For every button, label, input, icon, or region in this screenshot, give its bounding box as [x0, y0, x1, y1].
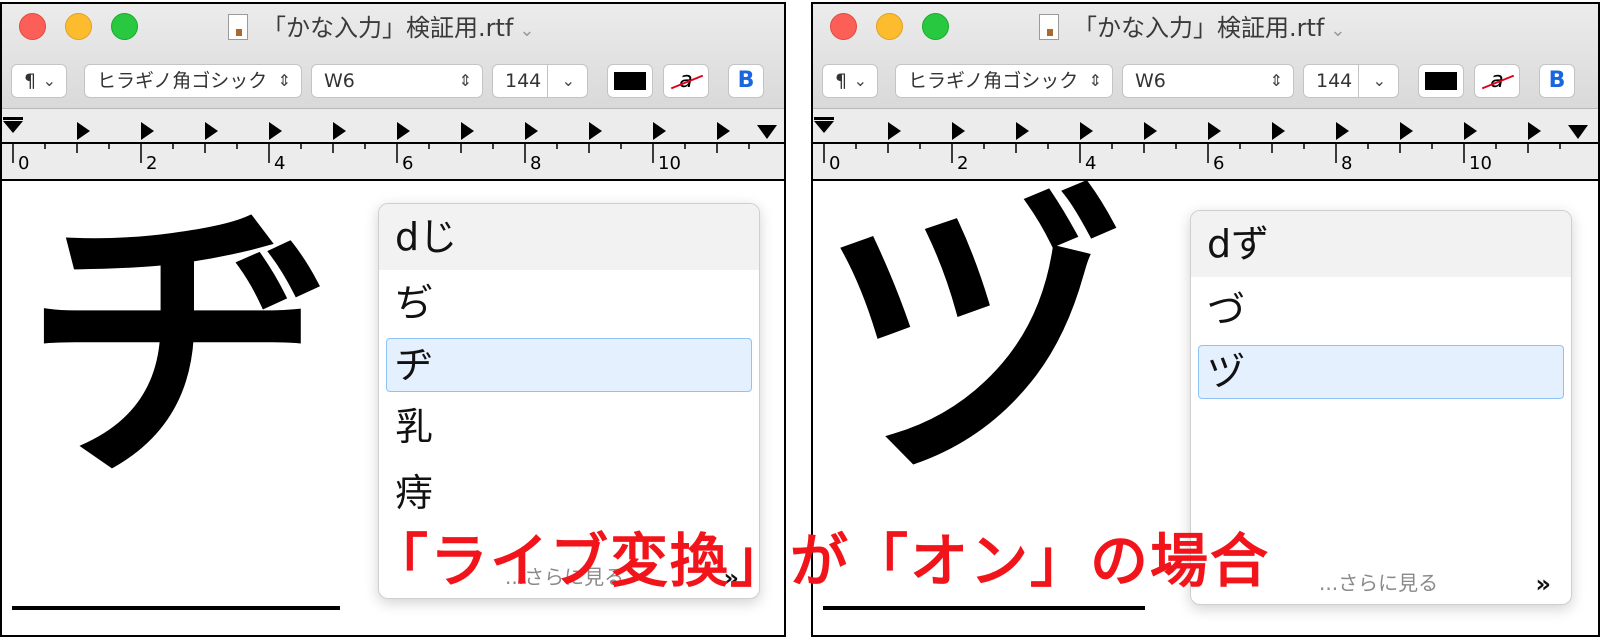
chevron-down-icon: ⌄ — [1330, 20, 1346, 41]
ruler-label: 0 — [18, 153, 30, 174]
tab-stop-marker[interactable] — [1144, 122, 1157, 140]
window-title[interactable]: 「かな入力」検証用.rtf ⌄ — [228, 14, 534, 42]
left-indent-marker[interactable] — [3, 117, 23, 120]
tab-stop-marker[interactable] — [589, 122, 602, 140]
tab-stop-marker[interactable] — [1272, 122, 1285, 140]
close-button[interactable] — [19, 13, 46, 40]
typed-input-row: dず — [1191, 211, 1571, 277]
font-size-value: 144 — [1316, 70, 1353, 92]
zoom-button[interactable] — [111, 13, 138, 40]
text-color-well[interactable] — [1418, 64, 1464, 98]
tab-stop-marker[interactable] — [1400, 122, 1413, 140]
chevron-down-icon: ⌄ — [519, 20, 535, 41]
zoom-button[interactable] — [922, 13, 949, 40]
candidate-item-selected[interactable]: ヂ — [386, 338, 752, 392]
chevron-down-icon: ⌄ — [561, 71, 575, 90]
tab-stop-marker[interactable] — [77, 122, 90, 140]
tab-stop-marker[interactable] — [397, 122, 410, 140]
minimize-button[interactable] — [65, 13, 92, 40]
left-indent-marker[interactable] — [814, 117, 834, 120]
window-title-text: 「かな入力」検証用.rtf — [262, 14, 514, 42]
composition-underline — [12, 606, 340, 610]
tab-stop-marker[interactable] — [333, 122, 346, 140]
tab-stop-marker[interactable] — [1336, 122, 1349, 140]
paragraph-label: ¶ — [835, 70, 848, 92]
candidate-item[interactable]: づ — [1191, 277, 1571, 343]
up-down-arrows-icon: ⇕ — [1088, 71, 1102, 90]
ruler-label: 8 — [530, 153, 542, 174]
chevron-down-icon: ⌄ — [1372, 71, 1386, 90]
tab-stop-marker[interactable] — [1016, 122, 1029, 140]
expand-arrow-icon[interactable]: » — [1535, 570, 1551, 598]
minimize-button[interactable] — [876, 13, 903, 40]
show-more-link[interactable]: ...さらに見る — [1319, 567, 1438, 596]
tab-stop-marker[interactable] — [1528, 122, 1541, 140]
font-weight-value: W6 — [324, 70, 355, 92]
text-color-well[interactable] — [607, 64, 653, 98]
composed-character[interactable]: ヅ — [823, 189, 1123, 489]
window-title-text: 「かな入力」検証用.rtf — [1073, 14, 1325, 42]
tab-stop-marker[interactable] — [1464, 122, 1477, 140]
composed-character[interactable]: ヂ — [30, 194, 330, 494]
caption-overlay: 「ライブ変換」が「オン」の場合 — [370, 527, 1271, 595]
tab-stop-marker[interactable] — [888, 122, 901, 140]
title-bar: 「かな入力」検証用.rtf ⌄ ¶ ⌄ ヒラギノ角ゴシック ⇕ W6 ⇕ 144 … — [2, 4, 784, 109]
candidate-item[interactable]: 乳 — [379, 394, 759, 460]
text-color-swatch — [1425, 72, 1457, 90]
chevron-down-icon: ⌄ — [853, 71, 867, 90]
paragraph-style-popup[interactable]: ¶ ⌄ — [11, 64, 67, 98]
tab-stop-marker[interactable] — [653, 122, 666, 140]
tab-stop-marker[interactable] — [525, 122, 538, 140]
tab-stop-marker[interactable] — [952, 122, 965, 140]
window-title[interactable]: 「かな入力」検証用.rtf ⌄ — [1039, 14, 1345, 42]
font-family-popup[interactable]: ヒラギノ角ゴシック ⇕ — [895, 64, 1113, 98]
ruler-label: 10 — [1469, 153, 1492, 174]
font-family-value: ヒラギノ角ゴシック — [97, 70, 268, 92]
bold-button[interactable]: B — [1539, 64, 1575, 98]
font-family-popup[interactable]: ヒラギノ角ゴシック ⇕ — [84, 64, 302, 98]
font-size-value: 144 — [505, 70, 542, 92]
tab-stop-marker[interactable] — [141, 122, 154, 140]
first-line-indent-marker[interactable] — [3, 121, 23, 133]
tab-stop-marker[interactable] — [1080, 122, 1093, 140]
bold-button[interactable]: B — [728, 64, 764, 98]
document-icon — [228, 14, 248, 40]
paragraph-style-popup[interactable]: ¶ ⌄ — [822, 64, 878, 98]
ruler-label: 6 — [402, 153, 414, 174]
composition-underline — [823, 606, 1145, 610]
candidate-item-selected[interactable]: ヅ — [1198, 345, 1564, 399]
paragraph-label: ¶ — [24, 70, 37, 92]
ruler-label: 6 — [1213, 153, 1225, 174]
ruler-label: 10 — [658, 153, 681, 174]
up-down-arrows-icon: ⇕ — [1269, 71, 1283, 90]
title-bar: 「かな入力」検証用.rtf ⌄ ¶ ⌄ ヒラギノ角ゴシック ⇕ W6 ⇕ 144 … — [813, 4, 1598, 109]
first-line-indent-marker[interactable] — [814, 121, 834, 133]
document-icon — [1039, 14, 1059, 40]
up-down-arrows-icon: ⇕ — [277, 71, 291, 90]
chevron-down-icon: ⌄ — [42, 71, 56, 90]
highlight-color-well[interactable]: a — [663, 64, 709, 98]
up-down-arrows-icon: ⇕ — [458, 71, 472, 90]
text-color-swatch — [614, 72, 646, 90]
tab-stop-marker[interactable] — [205, 122, 218, 140]
right-indent-marker[interactable] — [757, 125, 777, 139]
right-indent-marker[interactable] — [1568, 125, 1588, 139]
font-weight-popup[interactable]: W6 ⇕ — [311, 64, 483, 98]
candidate-item[interactable]: ぢ — [379, 270, 759, 336]
font-family-value: ヒラギノ角ゴシック — [908, 70, 1079, 92]
font-size-combo[interactable]: 144 ⌄ — [1303, 64, 1399, 98]
font-weight-popup[interactable]: W6 ⇕ — [1122, 64, 1294, 98]
tab-stop-marker[interactable] — [717, 122, 730, 140]
typed-input-row: dじ — [379, 204, 759, 270]
close-button[interactable] — [830, 13, 857, 40]
highlight-color-well[interactable]: a — [1474, 64, 1520, 98]
font-size-combo[interactable]: 144 ⌄ — [492, 64, 588, 98]
tab-stop-marker[interactable] — [461, 122, 474, 140]
tab-stop-marker[interactable] — [1208, 122, 1221, 140]
font-weight-value: W6 — [1135, 70, 1166, 92]
tab-stop-marker[interactable] — [269, 122, 282, 140]
ruler-label: 8 — [1341, 153, 1353, 174]
